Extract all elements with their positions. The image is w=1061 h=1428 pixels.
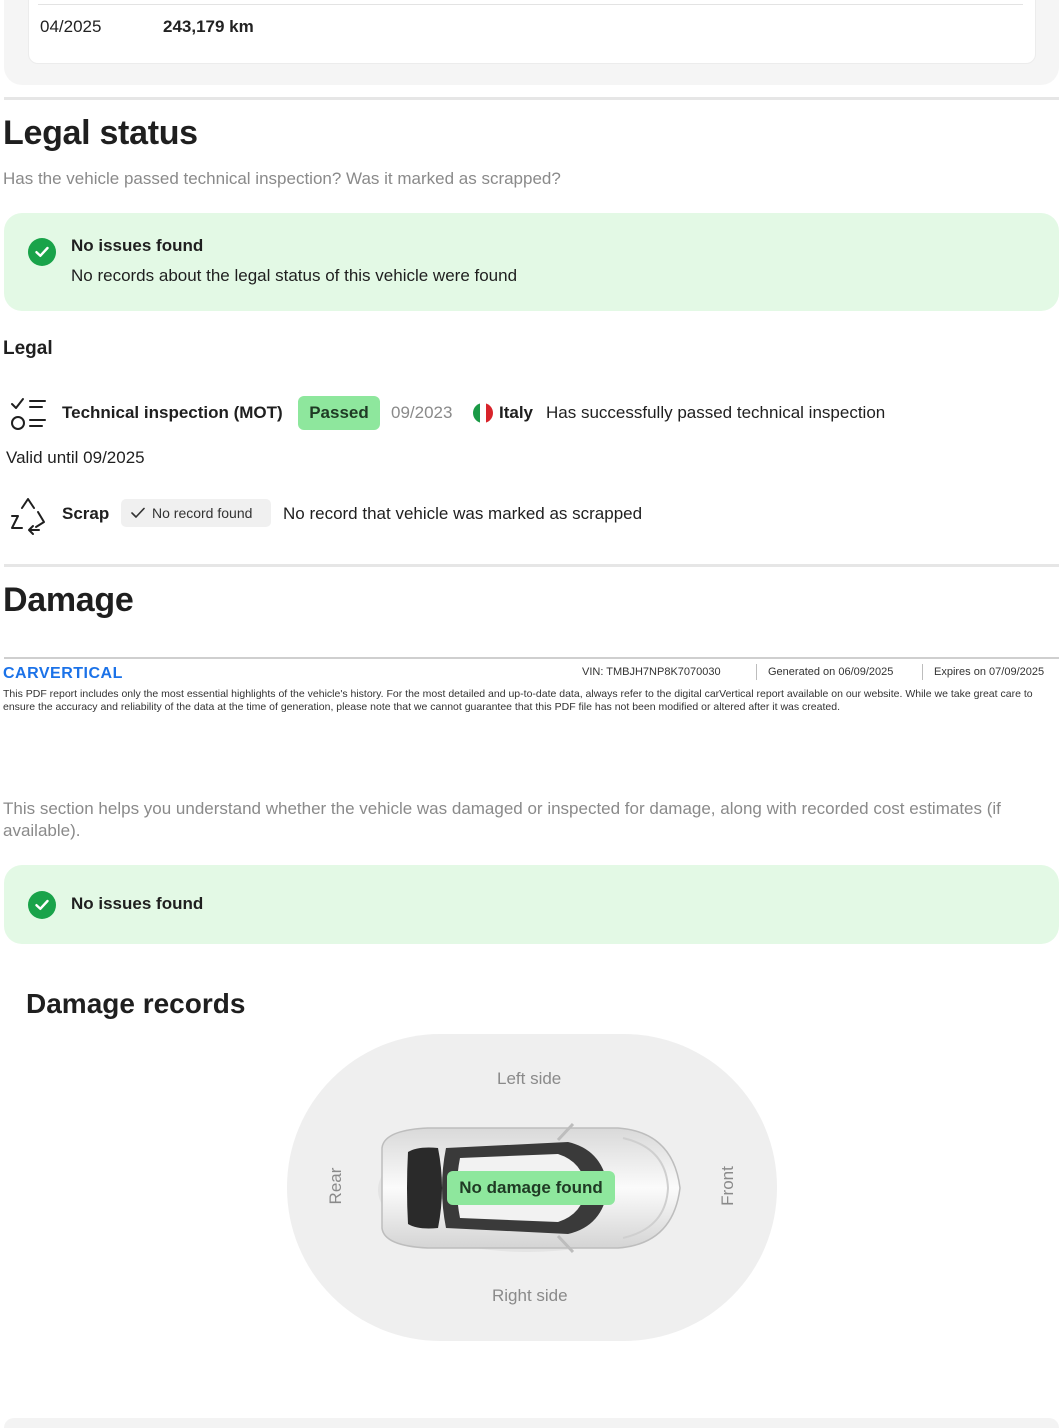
damage-title: Damage (3, 581, 134, 619)
inspection-description: Has successfully passed technical inspec… (546, 403, 886, 422)
expires-meta: Expires on 07/09/2025 (934, 666, 1044, 678)
scrap-label: Scrap (62, 504, 110, 523)
expires-value: 07/09/2025 (989, 666, 1045, 678)
left-side-label: Left side (497, 1069, 562, 1088)
vin-label: VIN: (582, 666, 604, 678)
no-damage-badge: No damage found (447, 1171, 615, 1205)
carvertical-logo: CARVERTICAL (3, 665, 123, 682)
generated-value: 06/09/2025 (838, 666, 894, 678)
mileage-value: 243,179 km (163, 17, 254, 36)
checklist-icon (10, 394, 48, 432)
recycle-icon (8, 496, 48, 536)
damage-summary-title: No issues found (71, 894, 204, 913)
right-side-label: Right side (492, 1286, 568, 1305)
check-circle-icon (28, 891, 56, 919)
next-section-edge (4, 1418, 1059, 1428)
generated-label: Generated on (768, 666, 836, 678)
vin-meta: VIN: TMBJH7NP8K7070030 (582, 666, 721, 678)
summary-text: No records about the legal status of thi… (71, 266, 518, 285)
legal-status-title: Legal status (3, 114, 198, 152)
expires-label: Expires on (934, 666, 986, 678)
damage-summary-box: No issues found (4, 865, 1059, 944)
section-divider (4, 97, 1059, 100)
check-icon (131, 507, 145, 518)
generated-meta: Generated on 06/09/2025 (768, 666, 893, 678)
rear-label: Rear (326, 1167, 345, 1205)
legal-group-title: Legal (3, 338, 53, 359)
inspection-valid-until: Valid until 09/2025 (6, 448, 145, 467)
meta-separator (922, 664, 923, 680)
damage-subtitle: This section helps you understand whethe… (3, 799, 1001, 840)
italy-flag-icon (473, 403, 493, 423)
pdf-footer-divider (4, 657, 1059, 659)
no-record-badge: No record found (121, 499, 271, 527)
pdf-disclaimer: This PDF report includes only the most e… (3, 688, 1033, 713)
passed-badge: Passed (298, 396, 380, 430)
legal-summary-box: No issues found No records about the leg… (4, 213, 1059, 311)
legal-status-subtitle: Has the vehicle passed technical inspect… (3, 169, 561, 188)
damage-records-title: Damage records (26, 988, 246, 1019)
check-circle-icon (28, 238, 56, 266)
summary-title: No issues found (71, 236, 204, 255)
mileage-date: 04/2025 (40, 17, 102, 36)
scrap-description: No record that vehicle was marked as scr… (283, 504, 643, 523)
inspection-country: Italy (499, 403, 534, 422)
inspection-date: 09/2023 (391, 403, 453, 422)
vin-value: TMBJH7NP8K7070030 (606, 666, 721, 678)
no-record-label: No record found (152, 505, 253, 521)
table-divider (38, 4, 1023, 5)
section-divider (4, 564, 1059, 567)
front-label: Front (718, 1166, 737, 1206)
inspection-label: Technical inspection (MOT) (62, 403, 283, 422)
meta-separator (756, 664, 757, 680)
